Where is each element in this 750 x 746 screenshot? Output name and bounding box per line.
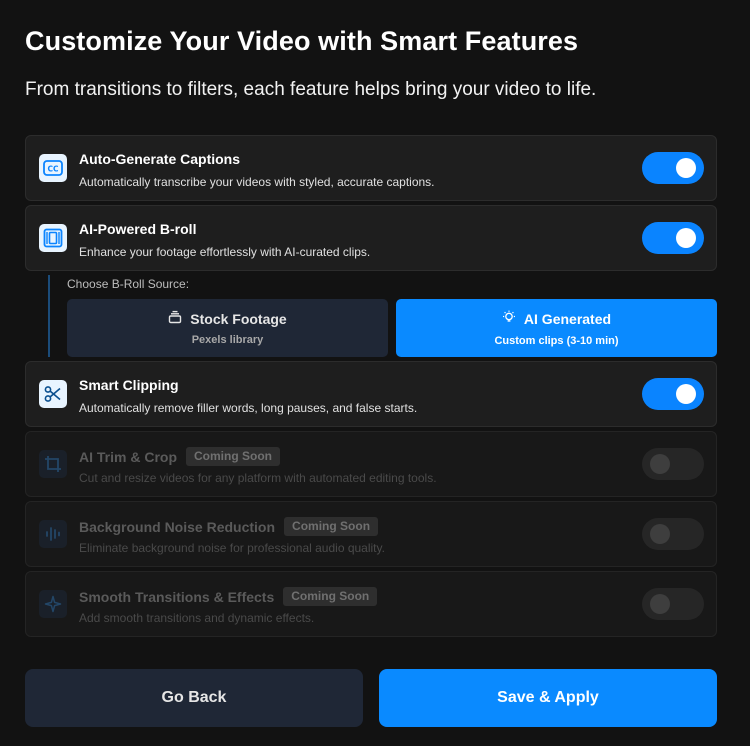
broll-source-chooser: Choose B-Roll Source: Stock Footage Pexe…	[48, 275, 717, 357]
option-title: Stock Footage	[190, 310, 287, 327]
feature-card-trim-crop: AI Trim & Crop Coming Soon Cut and resiz…	[25, 431, 717, 497]
feature-card-broll: AI-Powered B-roll Enhance your footage e…	[25, 205, 717, 271]
option-title: AI Generated	[523, 310, 612, 327]
transitions-toggle[interactable]	[642, 588, 704, 620]
broll-option-ai-generated[interactable]: AI Generated Custom clips (3-10 min)	[396, 299, 717, 357]
feature-title: Smooth Transitions & Effects Coming Soon	[79, 587, 378, 606]
feature-title: Auto-Generate Captions	[79, 151, 241, 167]
toggle-knob	[650, 454, 670, 474]
coming-soon-badge: Coming Soon	[283, 587, 378, 606]
broll-option-stock-footage[interactable]: Stock Footage Pexels library	[67, 299, 388, 357]
lightbulb-icon	[502, 310, 516, 328]
feature-card-noise-reduction: Background Noise Reduction Coming Soon E…	[25, 501, 717, 567]
page-title: Customize Your Video with Smart Features	[25, 26, 579, 56]
feature-title: AI Trim & Crop Coming Soon	[79, 447, 281, 466]
feature-title: AI-Powered B-roll	[79, 221, 197, 237]
coming-soon-badge: Coming Soon	[284, 517, 379, 536]
toggle-knob	[676, 384, 696, 404]
crop-icon	[39, 450, 67, 478]
feature-description: Add smooth transitions and dynamic effec…	[79, 611, 315, 625]
svg-text:CC: CC	[47, 165, 59, 174]
feature-card-transitions: Smooth Transitions & Effects Coming Soon…	[25, 571, 717, 637]
toggle-knob	[676, 228, 696, 248]
scissors-icon	[39, 380, 67, 408]
noise-reduction-toggle[interactable]	[642, 518, 704, 550]
page-subtitle: From transitions to filters, each featur…	[25, 79, 597, 100]
trim-crop-toggle[interactable]	[642, 448, 704, 480]
toggle-knob	[650, 524, 670, 544]
toggle-knob	[676, 158, 696, 178]
option-subtitle: Pexels library	[191, 334, 264, 346]
feature-card-smart-clipping: Smart Clipping Automatically remove fill…	[25, 361, 717, 427]
toggle-knob	[650, 594, 670, 614]
feature-description: Automatically remove filler words, long …	[79, 401, 418, 415]
save-apply-button[interactable]: Save & Apply	[379, 669, 717, 727]
feature-description: Cut and resize videos for any platform w…	[79, 471, 437, 485]
feature-title: Background Noise Reduction Coming Soon	[79, 517, 379, 536]
broll-source-label: Choose B-Roll Source:	[67, 277, 190, 291]
feature-description: Enhance your footage effortlessly with A…	[79, 245, 371, 259]
film-icon	[39, 224, 67, 252]
stack-icon	[168, 310, 182, 327]
feature-title: Smart Clipping	[79, 377, 179, 393]
sparkle-icon	[39, 590, 67, 618]
captions-toggle[interactable]	[642, 152, 704, 184]
customize-features-page: Customize Your Video with Smart Features…	[0, 0, 750, 746]
coming-soon-badge: Coming Soon	[186, 447, 281, 466]
smart-clipping-toggle[interactable]	[642, 378, 704, 410]
captions-icon: CC	[39, 154, 67, 182]
feature-card-captions: CC Auto-Generate Captions Automatically …	[25, 135, 717, 201]
audio-wave-icon	[39, 520, 67, 548]
go-back-button[interactable]: Go Back	[25, 669, 363, 727]
feature-description: Automatically transcribe your videos wit…	[79, 175, 435, 189]
broll-toggle[interactable]	[642, 222, 704, 254]
option-subtitle: Custom clips (3-10 min)	[494, 334, 619, 347]
feature-description: Eliminate background noise for professio…	[79, 541, 385, 555]
